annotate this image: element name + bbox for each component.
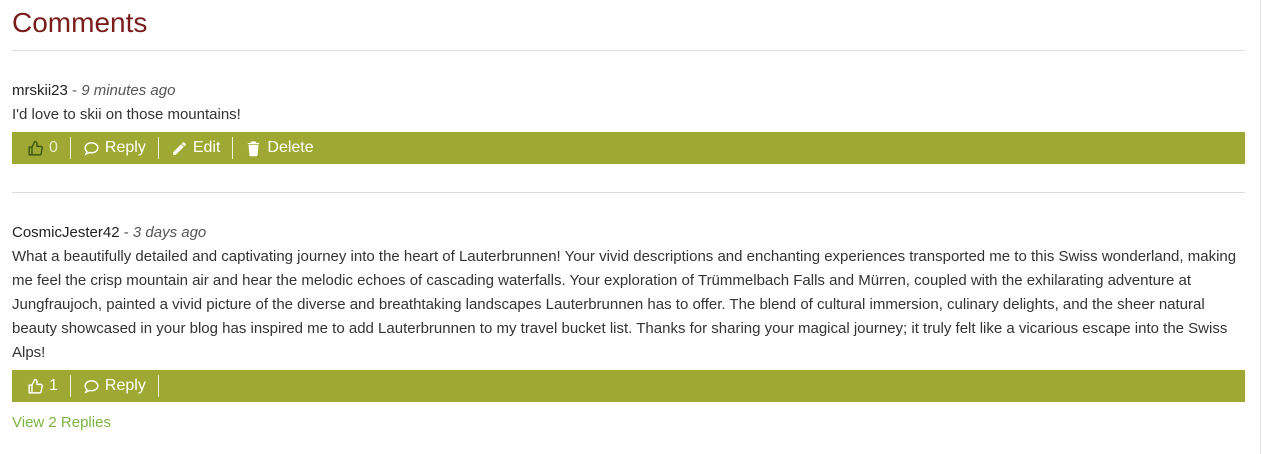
edit-button[interactable]: Edit (159, 137, 234, 159)
comment-text: I'd love to skii on those mountains! (12, 106, 241, 123)
comment-meta: CosmicJester42 - 3 days ago (12, 223, 1245, 245)
pencil-icon (171, 140, 188, 157)
comment-action-bar: 0 Reply Edit Delete (12, 132, 1245, 164)
comment-time: 3 days ago (132, 224, 207, 241)
meta-separator: - (119, 224, 133, 241)
like-button[interactable]: 0 (12, 137, 71, 159)
reply-label: Reply (104, 377, 146, 394)
page-edge-rule (1260, 0, 1261, 454)
comment-text: What a beautifully detailed and captivat… (12, 248, 1237, 361)
comment-bubble-icon (83, 140, 100, 157)
reply-button[interactable]: Reply (71, 375, 159, 397)
comment-bubble-icon (83, 378, 100, 395)
like-button[interactable]: 1 (12, 375, 71, 397)
delete-label: Delete (267, 139, 314, 156)
meta-separator: - (67, 82, 82, 99)
comment-meta: mrskii23 - 9 minutes ago (12, 81, 1245, 103)
delete-button[interactable]: Delete (233, 137, 325, 159)
thumbs-up-icon (27, 140, 44, 157)
thumbs-up-icon (27, 378, 44, 395)
like-count: 1 (49, 377, 58, 394)
like-count: 0 (49, 139, 58, 156)
section-title: Comments (12, 7, 148, 38)
comment-author[interactable]: CosmicJester42 (12, 224, 120, 241)
view-replies-link[interactable]: View 2 Replies (12, 414, 111, 431)
edit-label: Edit (192, 139, 221, 156)
comments-section: Comments mrskii23 - 9 minutes ago I'd lo… (12, 0, 1245, 432)
comment: CosmicJester42 - 3 days ago What a beaut… (12, 193, 1245, 432)
comment-time: 9 minutes ago (81, 82, 176, 99)
comment: mrskii23 - 9 minutes ago I'd love to ski… (12, 51, 1245, 164)
reply-button[interactable]: Reply (71, 137, 159, 159)
trash-icon (245, 140, 262, 157)
comment-author[interactable]: mrskii23 (12, 82, 68, 99)
reply-label: Reply (104, 139, 146, 156)
comment-action-bar: 1 Reply (12, 370, 1245, 402)
